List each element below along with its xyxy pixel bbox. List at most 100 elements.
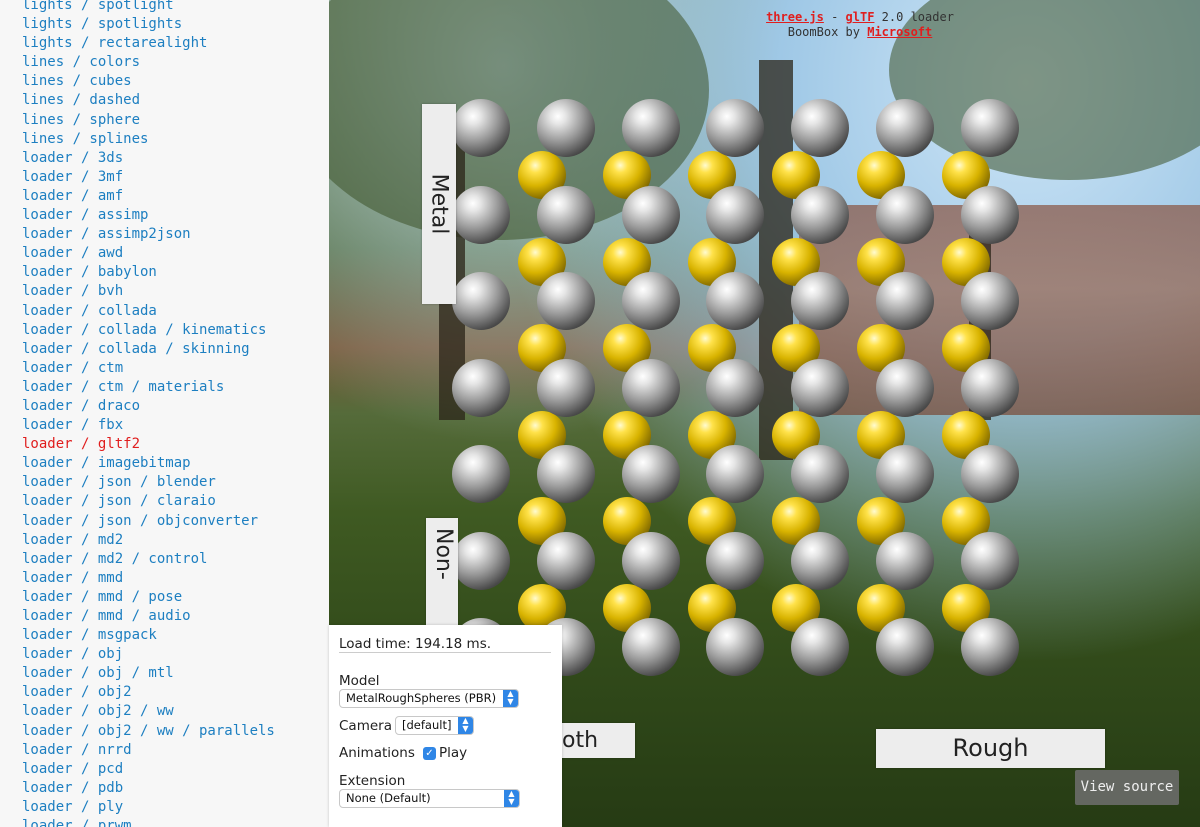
silver-sphere [791,358,850,417]
info-separator: - [823,10,846,24]
model-select-value: MetalRoughSpheres (PBR) [346,691,497,705]
metal-sign-label: Metal [426,173,452,235]
list-item[interactable]: loader / 3mf [22,168,275,187]
load-time-text: Load time: 194.18 ms. [339,636,492,652]
list-item[interactable]: loader / mmd [22,569,275,588]
list-item[interactable]: loader / json / claraio [22,492,275,511]
list-item[interactable]: loader / awd [22,244,275,263]
list-item[interactable]: loader / pcd [22,760,275,779]
silver-sphere [876,618,934,676]
silver-sphere [621,185,680,244]
model-select[interactable]: MetalRoughSpheres (PBR) ▲ ▼ [339,689,519,708]
list-item[interactable]: loader / json / objconverter [22,512,275,531]
silver-sphere [960,99,1019,157]
list-item[interactable]: lights / spotlight [22,0,275,15]
list-item[interactable]: loader / 3ds [22,149,275,168]
checkmark-icon: ✓ [425,748,434,759]
list-item[interactable]: loader / md2 / control [22,550,275,569]
threejs-link[interactable]: three.js [766,10,824,24]
silver-sphere [621,618,680,676]
list-item[interactable]: loader / collada / kinematics [22,321,275,340]
silver-sphere [452,99,510,157]
silver-sphere [876,531,934,590]
silver-sphere [876,272,934,330]
gltf-link[interactable]: glTF [846,10,875,24]
list-item[interactable]: loader / imagebitmap [22,454,275,473]
list-item[interactable]: loader / collada / skinning [22,340,275,359]
silver-sphere [706,358,765,417]
silver-sphere [621,99,680,157]
silver-sphere [791,185,850,244]
list-item[interactable]: loader / nrrd [22,741,275,760]
silver-sphere [706,99,765,157]
list-item[interactable]: loader / prwm [22,817,275,827]
silver-sphere [960,185,1019,244]
extension-select[interactable]: None (Default) ▲ ▼ [339,789,520,808]
model-label: Model [339,673,380,689]
microsoft-link[interactable]: Microsoft [867,25,932,39]
non-metal-sign: Non- [426,518,458,628]
list-item[interactable]: loader / md2 [22,531,275,550]
list-item[interactable]: loader / amf [22,187,275,206]
list-item[interactable]: loader / ply [22,798,275,817]
silver-sphere [536,358,595,417]
list-item[interactable]: loader / obj / mtl [22,664,275,683]
info-text: 2.0 loader [874,10,954,24]
list-item[interactable]: loader / obj2 / ww / parallels [22,722,275,741]
silver-sphere [706,185,765,244]
list-item[interactable]: loader / json / blender [22,473,275,492]
gui-panel: Load time: 194.18 ms. Model MetalRoughSp… [329,625,562,827]
animations-label: Animations [339,745,415,761]
list-item[interactable]: lines / splines [22,130,275,149]
list-item[interactable]: lines / cubes [22,72,275,91]
play-label: Play [439,745,468,761]
list-item[interactable]: loader / pdb [22,779,275,798]
list-item[interactable]: lights / spotlights [22,15,275,34]
silver-sphere [960,358,1019,417]
silver-sphere [791,531,850,590]
silver-sphere [876,99,934,157]
silver-sphere [452,358,510,417]
extension-label: Extension [339,773,406,789]
list-item[interactable]: loader / draco [22,397,275,416]
info-banner: three.js - glTF 2.0 loader BoomBox by Mi… [329,10,1200,40]
list-item[interactable]: loader / assimp [22,206,275,225]
play-checkbox[interactable]: ✓ [423,747,436,760]
list-item[interactable]: loader / obj [22,645,275,664]
rough-sign: Rough [876,729,1105,768]
silver-sphere [452,272,510,330]
camera-label: Camera [339,718,392,734]
silver-sphere [791,445,850,503]
list-item[interactable]: loader / fbx [22,416,275,435]
camera-select-value: [default] [402,718,452,732]
list-item[interactable]: loader / assimp2json [22,225,275,244]
list-item[interactable]: loader / mmd / pose [22,588,275,607]
list-item[interactable]: loader / obj2 [22,683,275,702]
list-item[interactable]: loader / collada [22,302,275,321]
silver-sphere [706,445,765,503]
smooth-sign-label: oth [562,728,599,753]
list-item[interactable]: lines / dashed [22,91,275,110]
silver-sphere [536,445,595,503]
select-arrows-icon: ▲ ▼ [458,717,473,734]
list-item[interactable]: loader / ctm / materials [22,378,275,397]
list-item[interactable]: loader / babylon [22,263,275,282]
list-item[interactable]: lines / sphere [22,111,275,130]
list-item[interactable]: lines / colors [22,53,275,72]
silver-sphere [621,531,680,590]
list-item-selected[interactable]: loader / gltf2 [22,435,275,454]
list-item[interactable]: loader / ctm [22,359,275,378]
list-item[interactable]: loader / obj2 / ww [22,702,275,721]
silver-sphere [791,618,850,676]
list-item[interactable]: lights / rectarealight [22,34,275,53]
silver-sphere [536,185,595,244]
silver-sphere [536,272,595,330]
silver-sphere [452,185,510,244]
examples-list: lights / spotlight lights / spotlights lig… [22,0,275,827]
camera-select[interactable]: [default] ▲ ▼ [395,716,474,735]
smooth-sign: oth [556,723,635,758]
list-item[interactable]: loader / mmd / audio [22,607,275,626]
view-source-button[interactable]: View source [1075,770,1179,805]
list-item[interactable]: loader / bvh [22,282,275,301]
list-item[interactable]: loader / msgpack [22,626,275,645]
